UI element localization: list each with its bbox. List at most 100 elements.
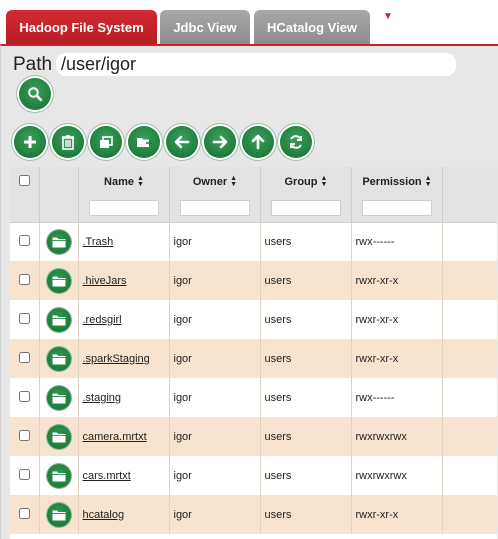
column-header-label: Owner <box>192 176 228 188</box>
name-cell: hcatalog <box>78 495 170 534</box>
permission-cell: rwxrwxrwx <box>351 456 443 495</box>
refresh-icon <box>290 135 302 149</box>
permission-cell: rwxr-xr-x <box>351 300 443 339</box>
file-name-link[interactable]: hcatalog <box>83 509 125 521</box>
caret-down-icon[interactable]: ▼ <box>383 11 393 22</box>
search-button[interactable] <box>19 78 51 110</box>
group-cell: users <box>260 222 352 261</box>
tab-hcatalog-view[interactable]: HCatalog View <box>254 10 370 44</box>
column-header-name: Name ▲ ▼ <box>78 167 170 223</box>
owner-cell: igor <box>169 378 261 417</box>
row-select-cell <box>10 495 40 534</box>
row-select-cell <box>10 417 40 456</box>
owner-cell: igor <box>169 300 261 339</box>
file-name-link[interactable]: .staging <box>83 392 122 404</box>
file-name-link[interactable]: .sparkStaging <box>83 353 150 365</box>
name-cell: cars.mrtxt <box>78 456 170 495</box>
file-name-link[interactable]: .redsgirl <box>83 314 122 326</box>
row-select-cell <box>10 261 40 300</box>
column-header-label: Name <box>104 176 134 188</box>
table-row[interactable]: cars.mrtxt igor users rwxrwxrwx <box>10 456 497 495</box>
file-name-link[interactable]: cars.mrtxt <box>83 470 131 482</box>
sort-name[interactable]: Name ▲ ▼ <box>79 175 169 189</box>
up-button[interactable] <box>242 126 274 158</box>
row-checkbox[interactable] <box>18 234 30 246</box>
tab-hadoop-file-system[interactable]: Hadoop File System <box>6 10 157 44</box>
table-header-row: Name ▲ ▼ Owner ▲ ▼ Group ▲ ▼ Permission ▲ ▼ <box>10 167 497 223</box>
row-icon-cell <box>39 495 79 534</box>
name-cell: .redsgirl <box>78 300 170 339</box>
folder-button[interactable] <box>46 385 71 410</box>
permission-cell: rwxrwxrwx <box>351 417 443 456</box>
folder-icon <box>52 471 65 481</box>
row-select-cell <box>10 222 40 261</box>
folder-icon <box>52 276 65 286</box>
permission-filter-input[interactable] <box>361 200 432 216</box>
folder-button[interactable] <box>46 502 71 527</box>
add-icon <box>24 136 36 148</box>
owner-cell: igor <box>169 222 261 261</box>
table-row[interactable]: .hiveJars igor users rwxr-xr-x <box>10 261 497 300</box>
row-checkbox[interactable] <box>18 429 30 441</box>
move-button[interactable] <box>128 126 160 158</box>
file-name-link[interactable]: camera.mrtxt <box>83 431 147 443</box>
delete-icon <box>62 135 74 150</box>
file-name-link[interactable]: .Trash <box>83 236 114 248</box>
file-name-link[interactable]: .hiveJars <box>83 275 127 287</box>
name-cell: .hiveJars <box>78 261 170 300</box>
move-icon <box>137 138 152 147</box>
table-row[interactable]: .sparkStaging igor users rwxr-xr-x <box>10 339 497 378</box>
column-header-label: Group <box>284 176 318 188</box>
group-cell: users <box>260 300 352 339</box>
group-cell: users <box>260 339 352 378</box>
table-row[interactable]: camera.mrtxt igor users rwxrwxrwx <box>10 417 497 456</box>
copy-button[interactable] <box>90 126 122 158</box>
row-select-cell <box>10 378 40 417</box>
sort-group[interactable]: Group ▲ ▼ <box>261 175 351 189</box>
tab-jdbc-view[interactable]: Jdbc View <box>160 10 250 44</box>
table-row[interactable]: .redsgirl igor users rwxr-xr-x <box>10 300 497 339</box>
sort-icon: ▲ ▼ <box>230 175 238 188</box>
row-icon-cell <box>39 456 79 495</box>
permission-cell: rwxr-xr-x <box>351 261 443 300</box>
folder-button[interactable] <box>46 229 71 254</box>
icon-column-header <box>39 167 79 223</box>
row-checkbox[interactable] <box>18 273 30 285</box>
add-button[interactable] <box>14 126 46 158</box>
group-filter-input[interactable] <box>270 200 341 216</box>
select-all-checkbox[interactable] <box>18 175 30 186</box>
row-checkbox[interactable] <box>18 312 30 324</box>
forward-icon <box>212 135 228 149</box>
folder-button[interactable] <box>46 268 71 293</box>
column-header-group: Group ▲ ▼ <box>260 167 352 223</box>
forward-button[interactable] <box>204 126 236 158</box>
folder-button[interactable] <box>46 346 71 371</box>
folder-icon <box>52 237 65 248</box>
folder-icon <box>52 510 65 520</box>
spacer-cell <box>442 495 497 534</box>
back-button[interactable] <box>166 126 198 158</box>
row-checkbox[interactable] <box>18 507 30 519</box>
row-checkbox[interactable] <box>18 351 30 363</box>
row-checkbox[interactable] <box>18 390 30 402</box>
delete-button[interactable] <box>52 126 84 158</box>
folder-button[interactable] <box>46 463 71 488</box>
table-row[interactable]: .Trash igor users rwx------ <box>10 222 497 261</box>
spacer-cell <box>442 222 497 261</box>
table-row[interactable]: hcatalog igor users rwxr-xr-x <box>10 495 497 534</box>
row-checkbox[interactable] <box>18 468 30 480</box>
file-table: Name ▲ ▼ Owner ▲ ▼ Group ▲ ▼ Permission ▲ ▼ <box>10 167 497 539</box>
owner-filter-input[interactable] <box>179 200 250 216</box>
refresh-button[interactable] <box>280 126 312 158</box>
owner-cell: igor <box>169 339 261 378</box>
sort-permission[interactable]: Permission ▲ ▼ <box>352 175 442 189</box>
sort-owner[interactable]: Owner ▲ ▼ <box>170 175 260 189</box>
group-cell: users <box>260 261 352 300</box>
folder-icon <box>52 432 65 442</box>
name-filter-input[interactable] <box>88 200 159 216</box>
path-input[interactable] <box>56 53 456 76</box>
folder-button[interactable] <box>46 307 71 332</box>
path-label: Path <box>13 54 53 75</box>
folder-button[interactable] <box>46 424 71 449</box>
table-row[interactable]: .staging igor users rwx------ <box>10 378 497 417</box>
